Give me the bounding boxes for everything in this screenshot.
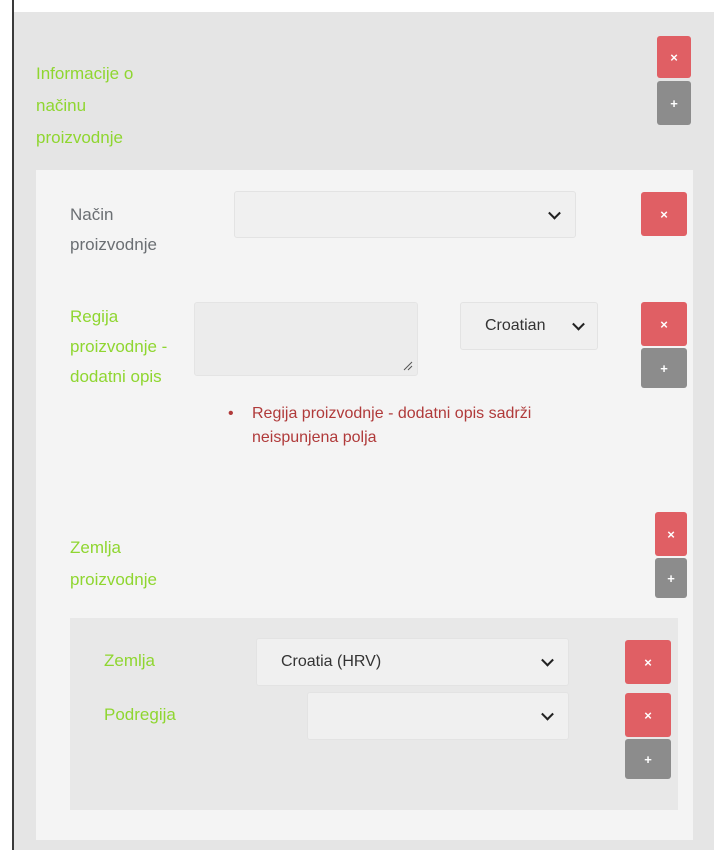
region-desc-textarea[interactable]: [194, 302, 418, 376]
method-select[interactable]: [234, 191, 576, 238]
section-title: Informacije o načinu proizvodnje: [36, 64, 134, 147]
section-remove-button[interactable]: ×: [657, 36, 691, 78]
subregion-label: Podregija: [104, 705, 176, 724]
chevron-down-icon: [548, 206, 561, 220]
country-remove-button[interactable]: ×: [625, 640, 671, 684]
region-desc-label: Regija proizvodnje - dodatni opis: [70, 307, 168, 386]
subregion-add-button[interactable]: +: [625, 739, 671, 779]
method-remove-button[interactable]: ×: [641, 192, 687, 236]
chevron-down-icon: [541, 653, 554, 667]
section-add-button[interactable]: +: [657, 81, 691, 125]
chevron-down-icon: [572, 317, 585, 331]
language-select[interactable]: Croatian: [460, 302, 598, 350]
chevron-down-icon: [541, 707, 554, 721]
country-select[interactable]: Croatia (HRV): [256, 638, 569, 686]
error-bullet: •: [228, 405, 234, 422]
resize-handle-icon[interactable]: [403, 361, 413, 371]
subregion-select[interactable]: [307, 692, 569, 740]
subregion-remove-button[interactable]: ×: [625, 693, 671, 737]
country-block-add-button[interactable]: +: [655, 558, 687, 598]
region-desc-add-button[interactable]: +: [641, 348, 687, 388]
language-select-value: Croatian: [485, 317, 546, 334]
country-block-title: Zemlja proizvodnje: [70, 538, 157, 589]
region-desc-error-list: • Regija proizvodnje - dodatni opis sadr…: [228, 402, 616, 450]
country-label: Zemlja: [104, 651, 156, 670]
country-block-remove-button[interactable]: ×: [655, 512, 687, 556]
region-desc-remove-button[interactable]: ×: [641, 302, 687, 346]
country-select-value: Croatia (HRV): [281, 653, 382, 670]
method-label: Način proizvodnje: [70, 205, 157, 254]
region-desc-error-message: Regija proizvodnje - dodatni opis sadrži…: [252, 405, 532, 446]
